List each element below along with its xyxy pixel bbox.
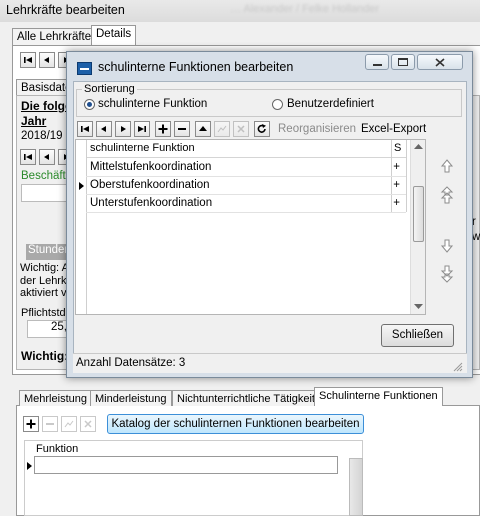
main-title-bar: Lehrkräfte bearbeiten … Alexander / Felk… (0, 0, 480, 22)
table-row[interactable]: Mittelstufenkoordination + (86, 159, 406, 177)
dialog-previous-icon[interactable] (96, 121, 112, 137)
cancel-icon[interactable] (80, 416, 96, 432)
dialog-delete-icon[interactable] (174, 121, 190, 137)
bottom-warning: Wichtig: (21, 349, 69, 363)
function-column-header: Funktion (36, 443, 79, 455)
radio-benutzerdefiniert[interactable] (272, 99, 283, 110)
main-window-title: Lehrkräfte bearbeiten (6, 3, 125, 17)
warning-text: Wichtig: Ader Lehrkr aktiviert v (20, 262, 71, 299)
function-row-indicator (27, 462, 32, 470)
maximize-button[interactable] (391, 54, 415, 70)
remove-icon[interactable] (42, 416, 58, 432)
radio-schulinterne-funktion-label: schulinterne Funktion (98, 98, 208, 110)
dialog-refresh-icon[interactable] (254, 121, 270, 137)
column-header-s[interactable]: S (394, 142, 401, 154)
dialog-cancel-icon[interactable] (233, 121, 249, 137)
current-row-indicator-icon (79, 182, 84, 190)
column-header-function[interactable]: schulinterne Funktion (90, 142, 195, 154)
move-down-icon[interactable] (440, 238, 454, 257)
table-row[interactable]: Unterstufenkoordination + (86, 195, 406, 213)
dialog-app-icon (77, 62, 92, 75)
heading-partial: Die folge (21, 99, 72, 113)
scrollbar-thumb[interactable] (413, 186, 424, 242)
schliessen-button[interactable]: Schließen (381, 324, 454, 347)
minimize-button[interactable] (365, 54, 389, 70)
pflichtstunden-field[interactable]: 25, (27, 320, 69, 338)
row-name: Mittelstufenkoordination (90, 161, 212, 173)
dialog-title: schulinterne Funktionen bearbeiten (98, 60, 294, 74)
dialog-up-icon[interactable] (195, 121, 211, 137)
right-edge-text-2: w (472, 231, 480, 243)
dialog-edit-icon[interactable] (214, 121, 230, 137)
row-name: Unterstufenkoordination (90, 197, 213, 209)
move-top-icon[interactable] (440, 186, 454, 207)
row-s-flag: + (393, 197, 400, 209)
close-icon[interactable] (417, 54, 463, 70)
move-up-icon[interactable] (440, 158, 454, 177)
record-count: Anzahl Datensätze: 3 (76, 357, 186, 369)
dialog-first-icon[interactable] (77, 121, 93, 137)
radio-schulinterne-funktion[interactable] (84, 99, 95, 110)
status-bar: Anzahl Datensätze: 3 (73, 353, 467, 373)
year-first-icon[interactable] (20, 149, 36, 165)
dialog-next-icon[interactable] (115, 121, 131, 137)
last-column-separator (406, 140, 407, 212)
catalog-button[interactable]: Katalog der schulinternen Funktionen bea… (107, 414, 364, 434)
table-header: schulinterne Funktion S (86, 140, 406, 158)
reorganize-button[interactable]: Reorganisieren (278, 123, 356, 135)
add-icon[interactable] (23, 416, 39, 432)
year-previous-icon[interactable] (39, 149, 55, 165)
table-row[interactable]: Oberstufenkoordination + (86, 177, 406, 195)
row-name: Oberstufenkoordination (90, 179, 210, 191)
faded-background-title: … Alexander / Felke Hollander (230, 3, 380, 15)
employment-field[interactable] (21, 184, 71, 202)
sort-group-label: Sortierung (82, 83, 137, 95)
excel-export-button[interactable]: Excel-Export (361, 123, 426, 135)
radio-benutzerdefiniert-label: Benutzerdefiniert (287, 98, 374, 110)
row-s-flag: + (393, 179, 400, 191)
function-input-row[interactable] (34, 456, 338, 474)
edit-icon[interactable] (61, 416, 77, 432)
employment-label: Beschäfti (21, 170, 69, 182)
first-record-icon[interactable] (20, 52, 36, 68)
school-year: 2018/19 (21, 130, 63, 142)
tab-details[interactable]: Details (91, 25, 137, 46)
table-scrollbar[interactable] (410, 140, 425, 314)
dialog-add-icon[interactable] (155, 121, 171, 137)
previous-record-icon[interactable] (39, 52, 55, 68)
tab-schulinterne-funktionen[interactable]: Schulinterne Funktionen (314, 387, 443, 406)
tab-nichtunterrichtliche-taetigkeit[interactable]: Nichtunterrichtliche Tätigkeit (172, 390, 320, 406)
function-scrollbar[interactable] (349, 458, 363, 516)
stunden-header: Stunden (26, 244, 71, 260)
heading-line2: Jahr (21, 114, 47, 128)
dialog-last-icon[interactable] (134, 121, 150, 137)
tab-minderleistung[interactable]: Minderleistung (90, 390, 172, 406)
pflichtstunden-label: Pflichtstd (21, 307, 66, 319)
row-s-flag: + (393, 161, 400, 173)
tab-alle-lehrkraefte[interactable]: Alle Lehrkräfte (12, 28, 97, 46)
move-bottom-icon[interactable] (440, 265, 454, 286)
tab-mehrleistung[interactable]: Mehrleistung (19, 390, 92, 406)
resize-grip-icon[interactable] (453, 362, 463, 372)
